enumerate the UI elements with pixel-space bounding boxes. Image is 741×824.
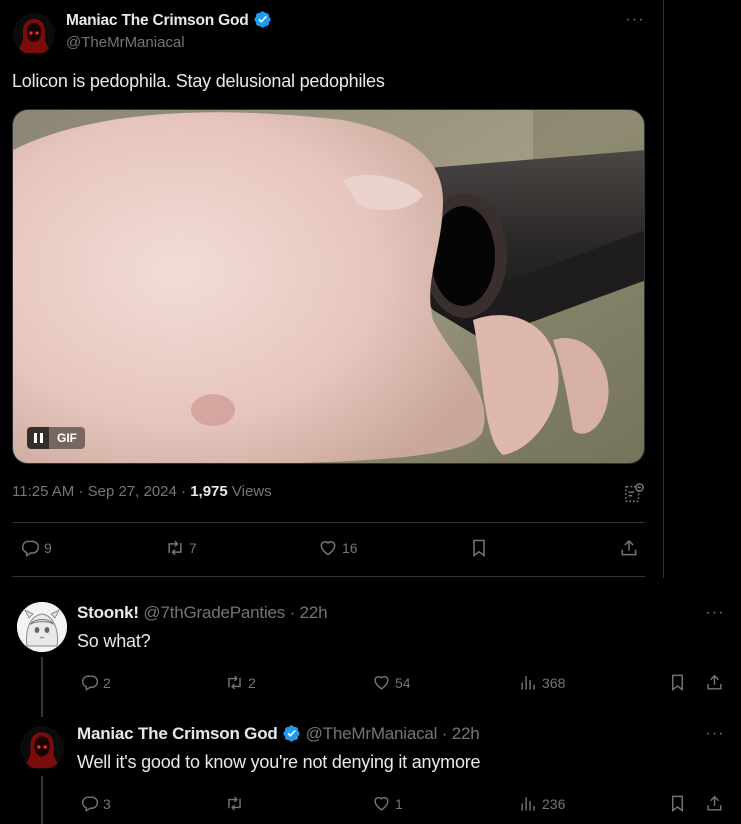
reply-handle[interactable]: @7thGradePanties [143,603,285,622]
reply-display-name[interactable]: Maniac The Crimson God [77,724,278,743]
verified-badge-icon [253,11,271,28]
views-button[interactable]: 368 [519,673,565,692]
bookmark-button[interactable] [469,538,489,558]
repost-button[interactable]: 2 [225,673,256,692]
reply-count: 9 [44,540,52,556]
share-icon [707,795,722,811]
repost-button[interactable] [225,794,248,813]
share-button[interactable] [619,538,639,558]
share-button[interactable] [705,794,724,813]
reply-icon [81,796,99,812]
like-count: 54 [395,674,411,691]
gif-badge[interactable]: GIF [27,427,85,449]
main-post: Maniac The Crimson God @TheMrManiacal ··… [0,0,664,578]
reply-button[interactable]: 3 [80,794,111,813]
post-author-avatar[interactable] [13,13,55,55]
heart-icon [320,541,336,556]
share-button[interactable] [705,673,724,692]
like-button[interactable]: 1 [372,794,403,813]
analytics-icon[interactable] [623,482,645,504]
repost-count: 2 [248,674,256,691]
reply-icon [81,675,99,691]
reply-display-name[interactable]: Stoonk! [77,603,139,622]
post-gif[interactable]: GIF [12,109,645,464]
pause-icon[interactable] [27,427,49,449]
repost-count: 7 [189,540,197,556]
like-button[interactable]: 16 [318,538,358,558]
views-label: Views [231,483,272,500]
meta-separator: · [78,483,84,500]
reply-author-name[interactable]: Stoonk! @7thGradePanties · 22h [77,603,328,623]
post-text: Lolicon is pedophila. Stay delusional pe… [12,71,385,91]
bookmark-button[interactable] [668,673,687,692]
repost-icon [228,675,241,690]
post-author-handle[interactable]: @TheMrManiacal [66,34,185,51]
reply-text: Well it's good to know you're not denyin… [77,752,481,772]
meta-separator: · [181,483,187,500]
bookmark-icon [672,795,683,813]
post-author-name[interactable]: Maniac The Crimson God [66,10,272,30]
post-time[interactable]: 11:25 AM [12,483,74,500]
more-icon[interactable]: ··· [704,605,726,626]
repost-button[interactable]: 7 [165,538,197,558]
reply-text: So what? [77,631,151,651]
divider [12,576,645,577]
repost-icon [228,796,241,811]
bookmark-icon [672,674,683,692]
more-icon[interactable]: ··· [704,726,726,747]
views-count: 368 [542,674,566,691]
reply-author-avatar[interactable] [20,726,64,770]
thread-line [41,776,43,824]
bookmark-button[interactable] [668,794,687,813]
reply-button[interactable]: 9 [20,538,52,558]
post-author-display-name[interactable]: Maniac The Crimson God [66,12,249,29]
bookmark-icon [473,539,485,557]
share-icon [621,539,637,556]
reply-button[interactable]: 2 [80,673,111,692]
post-meta: 11:25 AM · Sep 27, 2024 · 1,975 Views [12,483,272,500]
views-button[interactable]: 236 [519,794,565,813]
like-count: 16 [342,540,358,556]
thread-line [41,657,43,717]
reply-age[interactable]: · 22h [442,724,480,743]
reply-count: 2 [103,674,111,691]
share-icon [707,674,722,690]
reply-author-avatar[interactable] [17,602,67,652]
reply-count: 3 [103,795,111,812]
views-icon [521,797,535,811]
views-icon [521,676,535,690]
views-count: 1,975 [190,483,228,500]
reply-handle[interactable]: @TheMrManiacal [306,724,438,743]
views-count: 236 [542,795,566,812]
heart-icon [374,796,389,811]
heart-icon [374,675,389,690]
reply-age[interactable]: · 22h [290,603,328,622]
like-button[interactable]: 54 [372,673,411,692]
post-date[interactable]: Sep 27, 2024 [88,483,177,500]
gif-label: GIF [49,427,85,449]
verified-badge-icon [283,725,300,742]
reply-author-name[interactable]: Maniac The Crimson God @TheMrManiacal · … [77,724,480,744]
more-icon[interactable]: ··· [624,12,646,33]
repost-icon [168,540,182,556]
reply-icon [22,540,40,557]
gif-frame [13,110,644,463]
like-count: 1 [395,795,403,812]
divider [12,522,645,523]
